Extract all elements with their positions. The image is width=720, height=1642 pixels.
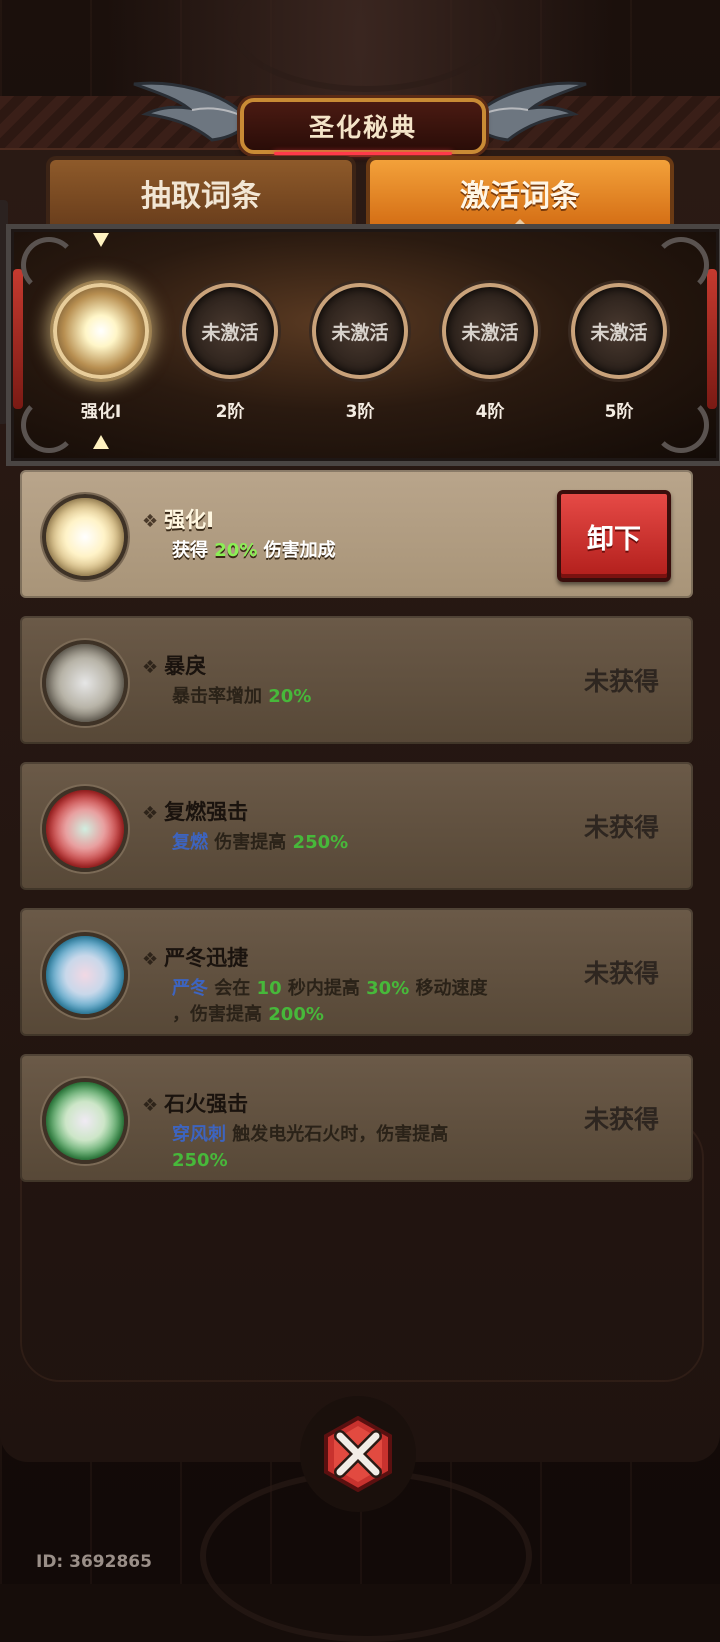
affix-card-strengthen[interactable]: ❖ 强化I 获得 20% 伤害加成 卸下	[20, 470, 693, 598]
diamond-icon: ❖	[142, 1095, 159, 1116]
tier-label: 3阶	[345, 402, 375, 422]
tier-label: 5阶	[604, 402, 634, 422]
tier-slot-1[interactable]: 强化I	[46, 273, 156, 422]
affix-description: 穿风刺 触发电光石火时，伤害提高 250%	[172, 1124, 449, 1171]
affix-card-winter-swiftness[interactable]: ❖ 严冬迅捷 严冬 会在 10 秒内提高 30% 移动速度 ，伤害提高 200% 未…	[20, 908, 693, 1036]
tier-ring: 未激活	[442, 283, 538, 379]
tier-slot-5[interactable]: 未激活 5阶	[564, 273, 674, 422]
tier-slot-4[interactable]: 未激活 4阶	[435, 273, 545, 422]
right-red-bar	[707, 269, 717, 409]
affix-name: ❖ 石火强击	[142, 1092, 249, 1116]
affix-description: 严冬 会在 10 秒内提高 30% 移动速度 ，伤害提高 200%	[172, 978, 488, 1025]
sparkle-icon	[93, 435, 109, 449]
affix-orb-icon	[42, 640, 128, 726]
diamond-icon: ❖	[142, 511, 159, 532]
affix-orb-icon	[42, 932, 128, 1018]
left-red-bar	[13, 269, 23, 409]
status-not-obtained: 未获得	[583, 959, 659, 988]
tier-label: 2阶	[215, 402, 245, 422]
tier-label: 4阶	[475, 402, 505, 422]
left-wing-icon	[133, 81, 252, 142]
diamond-icon: ❖	[142, 657, 159, 678]
diamond-icon: ❖	[142, 803, 159, 824]
affix-card-ferocity[interactable]: ❖ 暴戾 暴击率增加 20% 未获得	[20, 616, 693, 744]
affix-orb-icon	[42, 786, 128, 872]
affix-orb-icon	[42, 1078, 128, 1164]
tier-slot-2[interactable]: 未激活 2阶	[175, 273, 285, 422]
tier-frame: 强化I 未激活 2阶 未激活 3阶 未激活 4阶 未激活 5阶	[6, 224, 720, 466]
status-not-obtained: 未获得	[583, 667, 659, 696]
page-title: 圣化秘典	[240, 98, 486, 155]
close-button-mount	[300, 1396, 416, 1512]
tier-ring: 未激活	[312, 283, 408, 379]
sparkle-icon	[93, 233, 109, 247]
affix-orb-icon	[42, 494, 128, 580]
tier-label: 强化I	[80, 402, 122, 422]
diamond-icon: ❖	[142, 949, 159, 970]
close-icon[interactable]	[320, 1416, 396, 1492]
player-id: ID: 3692865	[36, 1552, 152, 1572]
tab-activate-affix[interactable]: 激活词条	[366, 156, 674, 227]
affix-name: ❖ 暴戾	[142, 654, 207, 678]
affix-name: ❖ 强化I	[142, 508, 214, 532]
affix-name: ❖ 严冬迅捷	[142, 946, 249, 970]
affix-description: 获得 20% 伤害加成	[172, 540, 336, 561]
tier-ring: 未激活	[571, 283, 667, 379]
affix-name: ❖ 复燃强击	[142, 800, 249, 824]
right-wing-icon	[468, 81, 587, 142]
tier-ring	[53, 283, 149, 379]
affix-card-flint-strike[interactable]: ❖ 石火强击 穿风刺 触发电光石火时，伤害提高 250% 未获得	[20, 1054, 693, 1182]
status-not-obtained: 未获得	[583, 813, 659, 842]
unload-button[interactable]: 卸下	[557, 490, 671, 582]
tier-slot-3[interactable]: 未激活 3阶	[305, 273, 415, 422]
status-not-obtained: 未获得	[583, 1105, 659, 1134]
affix-description: 暴击率增加 20%	[172, 686, 312, 707]
affix-description: 复燃 伤害提高 250%	[172, 832, 349, 853]
affix-card-rekindle-strike[interactable]: ❖ 复燃强击 复燃 伤害提高 250% 未获得	[20, 762, 693, 890]
tier-ring: 未激活	[182, 283, 278, 379]
tab-draw-affix[interactable]: 抽取词条	[46, 156, 356, 226]
